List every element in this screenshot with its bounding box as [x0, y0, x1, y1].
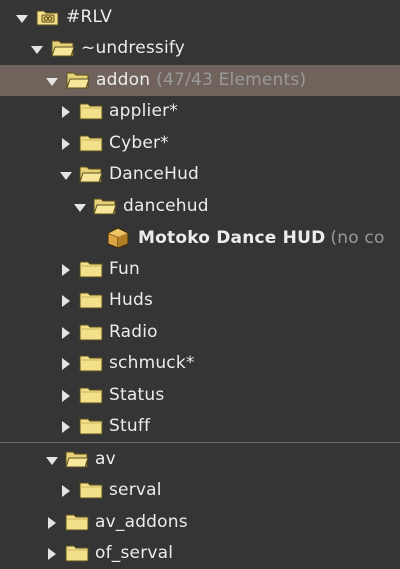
tree-item-status[interactable]: Status: [0, 380, 400, 411]
tree-item-schmuck[interactable]: schmuck*: [0, 348, 400, 379]
item-name: Motoko Dance HUD: [138, 228, 326, 248]
collapse-arrow-icon[interactable]: [72, 199, 88, 215]
tree-item-stuff[interactable]: Stuff: [0, 411, 400, 442]
expand-arrow-icon[interactable]: [58, 356, 74, 372]
tree-item-label: Radio: [109, 322, 158, 342]
folder-icon: [79, 385, 103, 405]
folder-icon: [79, 290, 103, 310]
tree-item-label: Fun: [109, 259, 140, 279]
folder-icon: [79, 353, 103, 373]
folder-icon: [65, 512, 89, 532]
tree-item-label: DanceHud: [109, 164, 200, 184]
expand-arrow-icon[interactable]: [44, 515, 60, 531]
object-box-icon: [106, 227, 130, 249]
item-suffix-text: (no co: [330, 228, 385, 248]
tree-item-serval[interactable]: serval: [0, 475, 400, 506]
tree-item-radio[interactable]: Radio: [0, 317, 400, 348]
tree-item-huds[interactable]: Huds: [0, 285, 400, 316]
tree-item-label: serval: [109, 480, 162, 500]
collapse-arrow-icon[interactable]: [44, 73, 60, 89]
expand-arrow-icon[interactable]: [58, 483, 74, 499]
folder-open-icon: [79, 164, 103, 184]
folder-icon: [79, 133, 103, 153]
expand-arrow-icon[interactable]: [58, 419, 74, 435]
tree-item-label: Huds: [109, 290, 154, 310]
tree-item-undressify[interactable]: ~undressify: [0, 33, 400, 64]
tree-item-label: schmuck*: [109, 353, 195, 373]
expand-arrow-icon[interactable]: [58, 388, 74, 404]
tree-item-label: Status: [109, 385, 165, 405]
section-divider: [0, 442, 400, 443]
folder-icon: [65, 543, 89, 563]
tree-item-label: Cyber*: [109, 133, 169, 153]
tree-item-label: dancehud: [123, 196, 209, 216]
expand-arrow-icon[interactable]: [58, 293, 74, 309]
tree-item-label: addon (47/43 Elements): [96, 70, 306, 90]
tree-item-av[interactable]: av: [0, 444, 400, 475]
folder-open-icon: [65, 449, 89, 469]
expand-arrow-icon[interactable]: [58, 104, 74, 120]
tree-item-label: ~undressify: [81, 38, 186, 58]
tree-item-applier[interactable]: applier*: [0, 96, 400, 127]
tree-item-motoko-dance-hud[interactable]: Motoko Dance HUD (no co: [0, 223, 400, 254]
folder-icon: [79, 259, 103, 279]
folder-icon: [79, 101, 103, 121]
tree-item-fun[interactable]: Fun: [0, 254, 400, 285]
tree-item-name: addon: [96, 70, 151, 90]
tree-item-rlv[interactable]: #RLV: [0, 2, 400, 33]
expand-arrow-icon[interactable]: [58, 136, 74, 152]
tree-item-label: av_addons: [95, 512, 188, 532]
tree-item-label: #RLV: [66, 7, 113, 27]
folder-open-icon: [51, 38, 75, 58]
element-count-text: (47/43 Elements): [156, 70, 307, 90]
inventory-tree: #RLV ~undressify addon(47/43 Elements): [0, 0, 400, 568]
expand-arrow-icon[interactable]: [58, 262, 74, 278]
folder-open-icon: [66, 70, 90, 90]
collapse-arrow-icon[interactable]: [14, 10, 30, 26]
tree-item-label: Stuff: [109, 416, 151, 436]
collapse-arrow-icon[interactable]: [58, 167, 74, 183]
tree-item-av-addons[interactable]: av_addons: [0, 507, 400, 538]
expand-arrow-icon[interactable]: [58, 325, 74, 341]
tree-item-of-serval[interactable]: of_serval: [0, 538, 400, 569]
expand-arrow-icon[interactable]: [44, 546, 60, 562]
tree-item-label: Motoko Dance HUD (no co: [138, 228, 385, 248]
tree-item-label: applier*: [109, 101, 178, 121]
tree-item-cyber[interactable]: Cyber*: [0, 128, 400, 159]
tree-item-dancehud-sub[interactable]: dancehud: [0, 191, 400, 222]
tree-item-addon[interactable]: addon (47/43 Elements): [0, 65, 400, 96]
collapse-arrow-icon[interactable]: [44, 452, 60, 468]
folder-icon: [79, 480, 103, 500]
folder-open-special-icon: [36, 7, 60, 27]
folder-icon: [79, 416, 103, 436]
folder-icon: [79, 322, 103, 342]
collapse-arrow-icon[interactable]: [29, 41, 45, 57]
tree-item-label: av: [95, 449, 116, 469]
folder-open-icon: [93, 196, 117, 216]
tree-item-label: of_serval: [95, 543, 174, 563]
tree-item-dancehud[interactable]: DanceHud: [0, 159, 400, 190]
